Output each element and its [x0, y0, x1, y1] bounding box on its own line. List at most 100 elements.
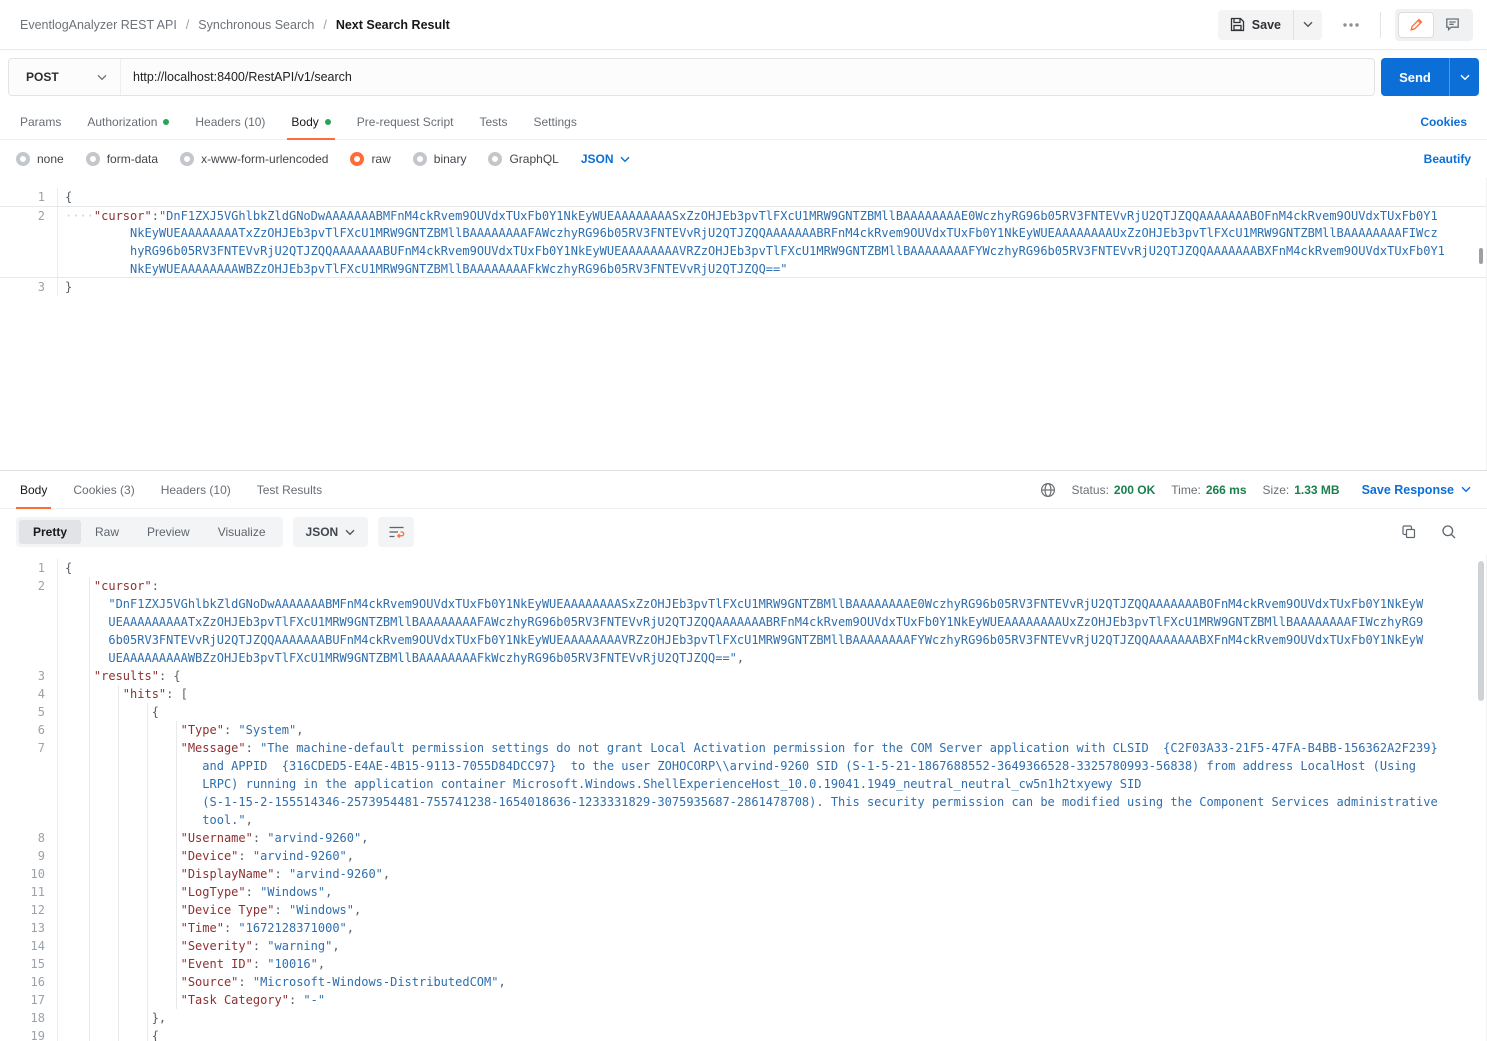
indent-guide [118, 685, 119, 703]
edit-documentation-button[interactable] [1398, 12, 1434, 38]
line-number: 17 [0, 991, 45, 1009]
body-type-label: binary [434, 152, 467, 166]
request-tabs-list: Params Authorization Headers (10) Body Pre-r… [20, 104, 577, 139]
indent-guide [89, 739, 90, 757]
code-row: 13 "Time": "1672128371000", [0, 919, 1486, 937]
body-language-selector[interactable]: JSON [581, 152, 630, 166]
request-tab-params[interactable]: Params [20, 104, 61, 139]
indent-guide [147, 883, 148, 901]
code-row: NkEyWUEAAAAAAAAWBZzOHJEb3pvTlFXcU1MRW9GN… [0, 260, 1486, 278]
breadcrumb-item-eventloganalyzer-rest-api[interactable]: EventlogAnalyzer REST API [20, 18, 177, 32]
save-button[interactable]: Save [1218, 10, 1293, 40]
search-response-button[interactable] [1441, 524, 1457, 540]
fold-gutter [57, 559, 65, 577]
line-number [0, 775, 45, 793]
request-tab-pre-request-script[interactable]: Pre-request Script [357, 104, 454, 139]
request-tab-headers-10[interactable]: Headers (10) [195, 104, 265, 139]
body-type-form-data[interactable]: form-data [86, 152, 158, 166]
response-view-pretty[interactable]: Pretty [19, 520, 81, 544]
indent-guide [147, 847, 148, 865]
indent-guide [89, 649, 90, 667]
line-number [0, 260, 45, 277]
line-number [0, 811, 45, 829]
send-button[interactable]: Send [1381, 58, 1449, 96]
indent-guide [89, 991, 90, 1009]
fold-gutter [57, 775, 65, 793]
save-response-label: Save Response [1362, 483, 1454, 497]
response-tab-cookies-3[interactable]: Cookies (3) [73, 471, 134, 508]
save-response-button[interactable]: Save Response [1362, 483, 1471, 497]
save-options-button[interactable] [1293, 10, 1322, 40]
body-language-label: JSON [581, 152, 614, 166]
fold-gutter [57, 1027, 65, 1041]
body-type-binary[interactable]: binary [413, 152, 467, 166]
method-selector[interactable]: POST [9, 59, 121, 95]
body-type-raw[interactable]: raw [350, 152, 390, 166]
code-row: hyRG96b05RV3FNTEVvRjU2QTJZQQAAAAAAABUFnM… [0, 242, 1486, 260]
response-view-raw[interactable]: Raw [81, 520, 133, 544]
indent-guide [89, 901, 90, 919]
beautify-link[interactable]: Beautify [1424, 152, 1471, 166]
response-tab-body[interactable]: Body [20, 471, 47, 508]
indent-guide [118, 883, 119, 901]
response-meta: Status: 200 OK Time: 266 ms Size: 1.33 M… [1040, 482, 1471, 498]
size-badge: Size: 1.33 MB [1263, 483, 1340, 497]
comments-button[interactable] [1434, 12, 1470, 38]
more-options-button[interactable] [1336, 18, 1366, 32]
line-number: 19 [0, 1027, 45, 1041]
indent-guide [147, 865, 148, 883]
request-tab-settings[interactable]: Settings [534, 104, 577, 139]
body-type-graphql[interactable]: GraphQL [488, 152, 558, 166]
fold-gutter [57, 901, 65, 919]
line-number: 7 [0, 739, 45, 757]
code-line-text: and APPID {316CDED5-E4AE-4B15-9113-7055D… [65, 757, 1416, 775]
response-body-viewer[interactable]: 1{2 "cursor": "DnF1ZXJ5VGhlbkZldGNoDwAAA… [0, 555, 1487, 1041]
indent-guide [147, 937, 148, 955]
response-language-selector[interactable]: JSON [293, 517, 369, 547]
topbar-actions: Save [1218, 9, 1473, 41]
fold-gutter [57, 991, 65, 1009]
more-options-icon [1342, 22, 1360, 28]
code-row: 5 { [0, 703, 1486, 721]
copy-response-button[interactable] [1401, 524, 1417, 540]
send-options-button[interactable] [1449, 58, 1479, 96]
indent-guide [118, 847, 119, 865]
indent-guide [118, 829, 119, 847]
response-view-visualize[interactable]: Visualize [204, 520, 280, 544]
indent-guide [89, 721, 90, 739]
indent-guide [176, 721, 177, 739]
globe-icon[interactable] [1040, 482, 1056, 498]
wrap-lines-button[interactable] [378, 517, 414, 547]
fold-gutter [57, 793, 65, 811]
breadcrumb-separator: / [186, 18, 189, 32]
code-row: UEAAAAAAAAATxZzOHJEb3pvTlFXcU1MRW9GNTZBM… [0, 613, 1486, 631]
radio-icon [413, 152, 427, 166]
request-tab-authorization[interactable]: Authorization [87, 104, 169, 139]
save-icon [1230, 17, 1245, 32]
breadcrumb-item-synchronous-search[interactable]: Synchronous Search [198, 18, 314, 32]
indent-guide [176, 739, 177, 757]
response-tab-headers-10[interactable]: Headers (10) [161, 471, 231, 508]
code-row: 6 "Type": "System", [0, 721, 1486, 739]
body-type-x-www-form-urlencoded[interactable]: x-www-form-urlencoded [180, 152, 328, 166]
chevron-down-icon [1461, 486, 1471, 493]
line-number: 8 [0, 829, 45, 847]
line-number: 11 [0, 883, 45, 901]
indent-guide [118, 991, 119, 1009]
body-type-none[interactable]: none [16, 152, 64, 166]
url-input[interactable] [121, 70, 1374, 84]
cookies-link[interactable]: Cookies [1420, 115, 1467, 129]
pencil-icon [1409, 17, 1424, 32]
fold-gutter [57, 919, 65, 937]
request-body-editor[interactable]: 1{2····"cursor":"DnF1ZXJ5VGhlbkZldGNoDwA… [0, 178, 1487, 470]
code-line-text: "Event ID": "10016", [65, 955, 325, 973]
request-tab-body[interactable]: Body [291, 104, 330, 139]
copy-icon [1401, 524, 1417, 540]
code-row: 12 "Device Type": "Windows", [0, 901, 1486, 919]
indent-guide [176, 847, 177, 865]
indent-guide [147, 829, 148, 847]
body-type-label: raw [371, 152, 390, 166]
response-view-preview[interactable]: Preview [133, 520, 204, 544]
request-tab-tests[interactable]: Tests [479, 104, 507, 139]
response-tab-test-results[interactable]: Test Results [257, 471, 322, 508]
